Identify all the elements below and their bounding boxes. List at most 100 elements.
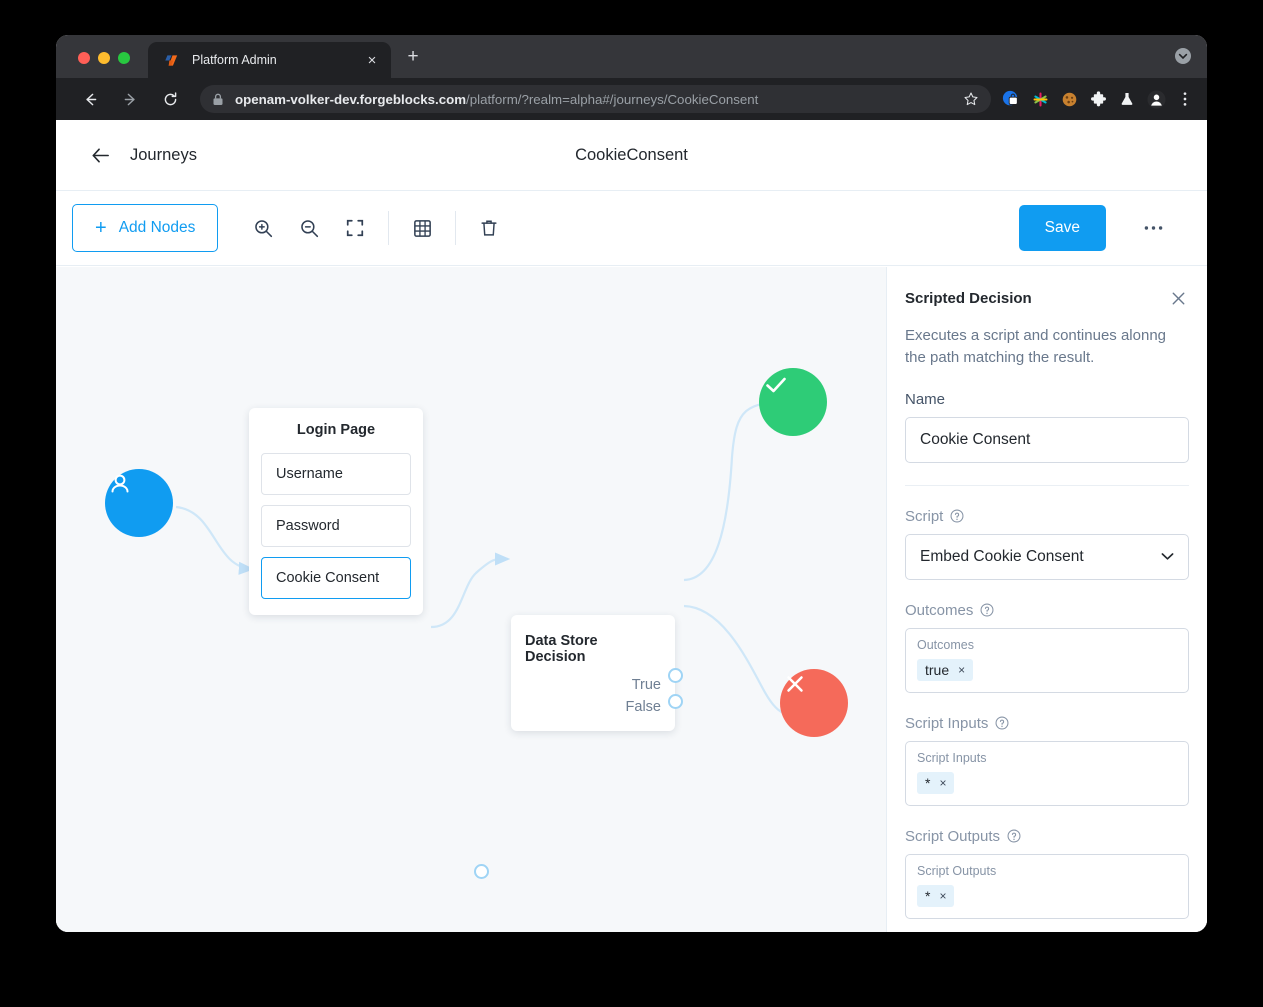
cookie-icon[interactable] xyxy=(1059,89,1079,109)
script-output-tag-wildcard[interactable]: * × xyxy=(917,884,955,907)
browser-tab[interactable]: Platform Admin × xyxy=(148,42,391,78)
script-field-label: Script xyxy=(905,508,1189,525)
profile-avatar-icon[interactable] xyxy=(1146,89,1166,109)
script-outputs-field-label: Script Outputs xyxy=(905,828,1189,845)
browser-tab-strip: Platform Admin × + xyxy=(56,35,1207,78)
outcome-true-label: True xyxy=(631,677,661,693)
outcomes-label-text: Outcomes xyxy=(905,601,974,619)
toolbar-divider xyxy=(388,211,390,245)
script-select-value: Embed Cookie Consent xyxy=(920,547,1084,565)
name-label-text: Name xyxy=(905,390,946,408)
outcome-tag-label: true xyxy=(925,661,950,678)
tag-remove-icon[interactable]: × xyxy=(939,889,946,903)
fit-screen-icon[interactable] xyxy=(332,205,378,251)
panel-description: Executes a script and continues alonng t… xyxy=(905,327,1166,366)
page-child-cookie-consent[interactable]: Cookie Consent xyxy=(261,557,411,599)
script-output-tag-label: * xyxy=(925,887,931,904)
browser-back-button[interactable] xyxy=(76,85,104,113)
data-store-node-title: Data Store Decision xyxy=(525,633,598,665)
password-manager-icon[interactable] xyxy=(1001,89,1021,109)
node-properties-panel: Scripted Decision Executes a script and … xyxy=(886,267,1207,932)
script-inputs-box-label: Script Inputs xyxy=(917,750,987,765)
tab-search-chevron-icon[interactable] xyxy=(1175,48,1191,64)
maximize-window-button[interactable] xyxy=(118,52,130,64)
address-bar-url: openam-volker-dev.forgeblocks.com/platfo… xyxy=(235,92,955,107)
script-inputs-label-text: Script Inputs xyxy=(905,714,989,732)
script-outputs-box-label: Script Outputs xyxy=(917,863,997,878)
browser-address-bar[interactable]: openam-volker-dev.forgeblocks.com/platfo… xyxy=(200,85,991,113)
address-bar-host: openam-volker-dev.forgeblocks.com xyxy=(235,91,467,107)
panel-header: Scripted Decision xyxy=(905,289,1189,309)
panel-close-icon[interactable] xyxy=(1169,289,1189,309)
journey-canvas[interactable]: Login Page Username Password Cookie Cons… xyxy=(56,267,886,932)
colorful-asterisk-icon[interactable] xyxy=(1030,89,1050,109)
login-page-output-port[interactable] xyxy=(474,864,489,879)
panel-title: Scripted Decision xyxy=(905,290,1032,307)
browser-forward-button[interactable] xyxy=(116,85,144,113)
script-outputs-tag-input[interactable]: Script Outputs * × xyxy=(905,853,1189,919)
browser-tab-title: Platform Admin xyxy=(192,53,277,67)
panel-divider xyxy=(905,484,1189,486)
grid-toggle-icon[interactable] xyxy=(399,205,445,251)
forgerock-logo-icon xyxy=(165,54,178,66)
journey-connectors xyxy=(175,394,815,723)
outcomes-field-label: Outcomes xyxy=(905,602,1189,619)
canvas-tools-group xyxy=(240,205,512,251)
more-options-icon[interactable] xyxy=(1137,212,1169,244)
outcome-false-port[interactable] xyxy=(668,694,683,709)
start-node[interactable] xyxy=(105,469,173,537)
script-select[interactable]: Embed Cookie Consent xyxy=(905,533,1189,580)
zoom-out-icon[interactable] xyxy=(286,205,332,251)
bookmark-star-icon[interactable] xyxy=(963,91,979,107)
script-inputs-field-label: Script Inputs xyxy=(905,715,1189,732)
delete-icon[interactable] xyxy=(466,205,512,251)
page-title: CookieConsent xyxy=(575,145,688,164)
tag-remove-icon[interactable]: × xyxy=(958,663,965,677)
help-icon[interactable] xyxy=(1007,829,1021,843)
script-outputs-label-text: Script Outputs xyxy=(905,827,1001,845)
user-icon xyxy=(111,474,129,493)
new-tab-button[interactable]: + xyxy=(401,47,425,66)
tab-close-icon[interactable]: × xyxy=(363,53,381,68)
add-nodes-button[interactable]: + Add Nodes xyxy=(72,204,219,252)
close-icon xyxy=(787,676,803,692)
flask-icon[interactable] xyxy=(1117,89,1137,109)
browser-window: Platform Admin × + openam-volker-dev.for… xyxy=(56,35,1207,932)
address-bar-path: /platform/?realm=alpha#/journeys/CookieC… xyxy=(466,91,759,107)
back-to-journeys-button[interactable] xyxy=(88,143,112,167)
zoom-in-icon[interactable] xyxy=(240,205,286,251)
window-traffic-lights xyxy=(78,52,130,64)
help-icon[interactable] xyxy=(950,509,964,523)
script-input-tag-wildcard[interactable]: * × xyxy=(917,771,955,794)
check-icon xyxy=(766,377,786,393)
browser-extension-icons xyxy=(1001,89,1195,109)
login-page-node-title: Login Page xyxy=(296,422,376,438)
script-inputs-tag-input[interactable]: Script Inputs * × xyxy=(905,740,1189,806)
tag-remove-icon[interactable]: × xyxy=(939,776,946,790)
toolbar-divider xyxy=(455,211,457,245)
puzzle-piece-icon[interactable] xyxy=(1088,89,1108,109)
main-area: Login Page Username Password Cookie Cons… xyxy=(56,267,1207,932)
save-button[interactable]: Save xyxy=(1018,205,1106,251)
help-icon[interactable] xyxy=(995,716,1009,730)
failure-node[interactable] xyxy=(780,669,848,737)
chrome-menu-icon[interactable] xyxy=(1175,89,1195,109)
outcomes-tag-input[interactable]: Outcomes true × xyxy=(905,627,1189,693)
outcome-true-port[interactable] xyxy=(668,668,683,683)
page-child-password[interactable]: Password xyxy=(261,505,411,547)
script-input-tag-label: * xyxy=(925,774,931,791)
chevron-down-icon xyxy=(1161,553,1174,560)
data-store-decision-node[interactable]: Data Store Decision True False xyxy=(511,615,675,731)
page-child-username[interactable]: Username xyxy=(261,453,411,495)
app-header: Journeys CookieConsent xyxy=(56,120,1207,191)
success-node[interactable] xyxy=(759,368,827,436)
breadcrumb[interactable]: Journeys xyxy=(130,146,197,165)
close-window-button[interactable] xyxy=(78,52,90,64)
editor-toolbar: + Add Nodes Save xyxy=(56,191,1207,266)
name-input[interactable]: Cookie Consent xyxy=(905,416,1189,463)
help-icon[interactable] xyxy=(980,603,994,617)
browser-reload-button[interactable] xyxy=(156,85,184,113)
login-page-node[interactable]: Login Page Username Password Cookie Cons… xyxy=(249,408,423,615)
outcome-tag-true[interactable]: true × xyxy=(917,658,974,681)
minimize-window-button[interactable] xyxy=(98,52,110,64)
